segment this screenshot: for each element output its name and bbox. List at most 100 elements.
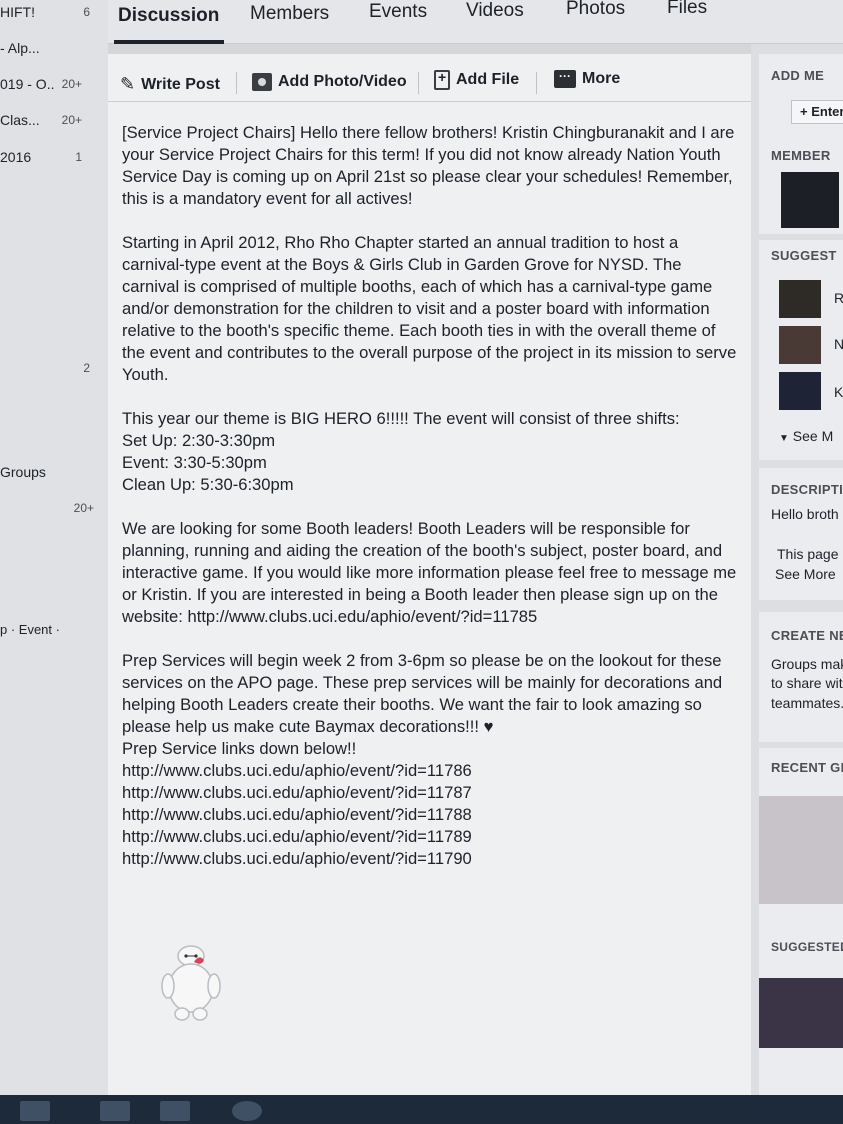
suggested-name[interactable]: R <box>834 290 843 306</box>
member-avatar[interactable] <box>781 172 839 228</box>
left-nav-item[interactable]: Groups <box>0 462 108 484</box>
post-paragraph: Prep Service links down below!! <box>122 739 357 758</box>
add-file-label: Add File <box>456 71 520 88</box>
event-link[interactable]: http://www.clubs.uci.edu/aphio/event/?id… <box>122 804 737 826</box>
left-nav-count: 6 <box>83 5 90 19</box>
create-group-text: to share wit <box>771 675 843 691</box>
create-group-text: Groups mak <box>771 656 843 672</box>
left-sidebar: HIFT! 6 - Alp... 019 - O.. 20+ Clas... 2… <box>0 0 108 1095</box>
event-link[interactable]: http://www.clubs.uci.edu/aphio/event/?id… <box>122 782 737 804</box>
add-members-heading: ADD ME <box>771 68 825 83</box>
suggested-avatar[interactable] <box>779 280 821 318</box>
baymax-sticker <box>161 945 221 1021</box>
post-card: ✎ Write Post Add Photo/Video Add File ··… <box>108 54 751 1095</box>
left-nav-item[interactable]: 019 - O.. 20+ <box>0 74 108 96</box>
see-more-link[interactable]: ▼ See M <box>779 428 833 444</box>
add-photo-video-label: Add Photo/Video <box>278 73 407 90</box>
pencil-icon: ✎ <box>120 74 136 94</box>
tab-events[interactable]: Events <box>369 1 427 23</box>
event-link[interactable]: http://www.clubs.uci.edu/aphio/event/?id… <box>122 826 737 848</box>
add-file-button[interactable]: Add File <box>434 69 520 90</box>
divider <box>418 72 419 94</box>
left-nav-label: Groups <box>0 464 46 480</box>
more-button[interactable]: ··· More <box>554 70 620 88</box>
write-post-button[interactable]: ✎ Write Post <box>120 74 220 95</box>
description-see-more[interactable]: See More <box>775 566 836 582</box>
suggested-heading: SUGGEST <box>771 248 837 263</box>
description-panel: DESCRIPTI Hello broth This page See More <box>759 468 843 600</box>
left-nav-label: Clas... <box>0 112 40 128</box>
enter-button[interactable]: + Enter <box>791 100 843 124</box>
add-photo-video-button[interactable]: Add Photo/Video <box>252 73 407 91</box>
left-nav-label: 2016 <box>0 149 32 165</box>
description-text: Hello broth <box>771 506 839 522</box>
left-nav-item[interactable]: 2 <box>0 358 108 380</box>
suggested-name[interactable]: N <box>834 336 843 352</box>
tab-photos[interactable]: Photos <box>566 0 625 20</box>
see-more-label: See M <box>792 428 834 444</box>
tab-members[interactable]: Members <box>250 3 329 25</box>
left-nav-label: p · Event · <box>0 622 60 637</box>
left-nav-item[interactable]: - Alp... <box>0 38 108 60</box>
event-link[interactable]: http://www.clubs.uci.edu/aphio/event/?id… <box>122 760 737 782</box>
divider <box>536 72 537 94</box>
right-column: ADD ME + Enter MEMBER SUGGEST R N Ke ▼ S… <box>751 44 843 1095</box>
taskbar-app-icon[interactable] <box>100 1101 130 1121</box>
post-paragraph: Prep Services will begin week 2 from 3-6… <box>122 651 723 736</box>
left-nav-item[interactable]: Clas... 20+ <box>0 110 108 132</box>
suggested-group-image[interactable] <box>759 978 843 1048</box>
left-nav-label: 019 - O.. <box>0 76 55 92</box>
left-nav-count: 20+ <box>73 501 94 515</box>
recent-photo[interactable] <box>759 796 843 904</box>
shift-line: Set Up: 2:30-3:30pm <box>122 431 276 450</box>
left-nav-count: 20+ <box>61 77 82 91</box>
composer-bar: ✎ Write Post Add Photo/Video Add File ··… <box>108 54 751 102</box>
left-nav-count: 1 <box>75 150 82 164</box>
left-nav-item[interactable]: 20+ <box>0 498 108 520</box>
suggested-avatar[interactable] <box>779 326 821 364</box>
suggested-groups-heading: SUGGESTED <box>771 940 843 954</box>
description-heading: DESCRIPTI <box>771 482 843 497</box>
tab-videos[interactable]: Videos <box>466 0 524 22</box>
camera-icon <box>252 73 272 91</box>
left-nav-item[interactable]: HIFT! 6 <box>0 2 108 24</box>
browser-icon[interactable] <box>232 1101 262 1121</box>
shift-line: Event: 3:30-5:30pm <box>122 453 267 472</box>
write-post-label: Write Post <box>141 75 220 93</box>
more-icon: ··· <box>554 70 576 88</box>
tab-files[interactable]: Files <box>667 0 707 19</box>
post-body: [Service Project Chairs] Hello there fel… <box>122 122 737 870</box>
recent-photos-heading: RECENT GR <box>771 760 843 775</box>
active-tab-indicator <box>114 40 224 44</box>
os-taskbar <box>0 1095 843 1124</box>
suggested-name[interactable]: Ke <box>834 384 843 400</box>
taskbar-app-icon[interactable] <box>20 1101 50 1121</box>
members-panel: ADD ME + Enter MEMBER <box>759 54 843 234</box>
description-text: This page <box>777 546 839 562</box>
group-nav-bar: Discussion Members Events Videos Photos … <box>108 0 843 44</box>
suggested-members-panel: SUGGEST R N Ke ▼ See M <box>759 240 843 460</box>
create-group-heading: CREATE NE <box>771 628 843 643</box>
left-nav-item[interactable]: p · Event · <box>0 620 108 642</box>
members-heading: MEMBER <box>771 148 831 163</box>
create-group-panel: CREATE NE Groups mak to share wit teamma… <box>759 612 843 742</box>
left-nav-count: 20+ <box>61 113 82 127</box>
divider <box>236 72 237 94</box>
left-nav-item[interactable]: 2016 1 <box>0 147 108 169</box>
post-paragraph: [Service Project Chairs] Hello there fel… <box>122 123 735 208</box>
more-label: More <box>582 70 621 87</box>
post-paragraph: Starting in April 2012, Rho Rho Chapter … <box>122 233 737 384</box>
left-nav-label: - Alp... <box>0 40 40 56</box>
shift-line: Clean Up: 5:30-6:30pm <box>122 475 294 494</box>
taskbar-app-icon[interactable] <box>160 1101 190 1121</box>
left-nav-label: HIFT! <box>0 4 35 20</box>
tab-discussion[interactable]: Discussion <box>118 5 219 27</box>
suggested-avatar[interactable] <box>779 372 821 410</box>
post-paragraph: This year our theme is BIG HERO 6!!!!! T… <box>122 409 680 428</box>
add-file-icon <box>434 69 450 90</box>
chevron-down-icon: ▼ <box>779 433 789 444</box>
post-paragraph: We are looking for some Booth leaders! B… <box>122 519 737 626</box>
create-group-text: teammates. <box>771 695 843 711</box>
event-link[interactable]: http://www.clubs.uci.edu/aphio/event/?id… <box>122 848 737 870</box>
left-nav-count: 2 <box>83 361 90 375</box>
